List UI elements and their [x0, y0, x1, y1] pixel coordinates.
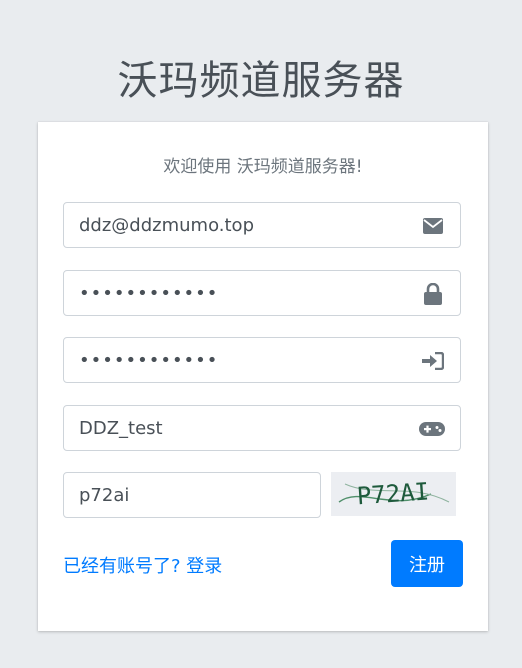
password-field-group [63, 270, 461, 316]
confirm-password-field-group [63, 337, 461, 383]
welcome-message: 欢迎使用 沃玛频道服务器! [163, 157, 363, 177]
login-link[interactable]: 已经有账号了? 登录 [63, 552, 222, 578]
password-field[interactable] [79, 271, 399, 315]
gamepad-icon [419, 418, 445, 440]
captcha-input[interactable] [79, 473, 309, 517]
register-card: 欢迎使用 沃玛频道服务器! ddz@ddzmumo.top ••••••••••… [38, 122, 488, 631]
page-title: 沃玛频道服务器 [117, 58, 405, 104]
username-field[interactable] [79, 406, 399, 450]
sign-in-icon [422, 350, 444, 372]
username-field-group [63, 405, 461, 451]
captcha-field-group [63, 472, 321, 518]
captcha-image[interactable]: P72AI [331, 472, 456, 516]
envelope-icon [422, 215, 444, 237]
register-button[interactable]: 注册 [391, 540, 463, 587]
confirm-password-field[interactable] [79, 338, 399, 382]
captcha-image-text: P72AI [356, 477, 430, 510]
email-field[interactable] [79, 203, 399, 247]
lock-icon [422, 283, 444, 305]
email-field-group [63, 202, 461, 248]
